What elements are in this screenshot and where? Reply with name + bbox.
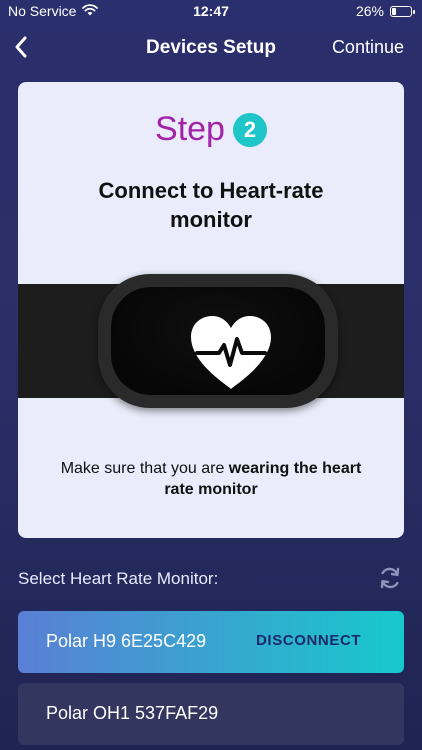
step-label: Step bbox=[155, 110, 225, 148]
heart-pulse-icon bbox=[191, 316, 271, 389]
refresh-button[interactable] bbox=[378, 566, 402, 590]
status-bar: No Service 12:47 26% bbox=[0, 0, 422, 24]
device-item-polar-oh1[interactable]: Polar OH1 537FAF29 bbox=[18, 683, 404, 745]
continue-button[interactable]: Continue bbox=[332, 37, 404, 58]
instruction-text: Make sure that you are bbox=[60, 460, 229, 477]
battery-icon bbox=[390, 5, 415, 17]
device-item-polar-h9[interactable]: Polar H9 6E25C429 DISCONNECT bbox=[18, 611, 404, 673]
heart-rate-sensor-illustration bbox=[98, 274, 338, 408]
step-number-badge: 2 bbox=[232, 112, 267, 147]
setup-card: Step 2 Connect to Heart-rate monitor Mak… bbox=[18, 82, 404, 538]
card-instruction: Make sure that you are wearing the heart… bbox=[58, 458, 364, 500]
card-title: Connect to Heart-rate monitor bbox=[98, 178, 324, 232]
select-monitor-label: Select Heart Rate Monitor: bbox=[18, 569, 219, 588]
sensor-face bbox=[111, 287, 325, 395]
device-name: Polar H9 6E25C429 bbox=[46, 631, 207, 651]
battery-fill bbox=[392, 7, 397, 15]
status-right: 26% bbox=[355, 3, 415, 19]
navigation-bar: Devices Setup Continue bbox=[0, 24, 422, 72]
refresh-icon bbox=[380, 567, 400, 589]
step-indicator: Step 2 bbox=[18, 110, 404, 149]
disconnect-button[interactable]: DISCONNECT bbox=[256, 632, 361, 649]
device-name: Polar OH1 537FAF29 bbox=[46, 703, 219, 723]
battery-percent: 26% bbox=[355, 3, 384, 19]
